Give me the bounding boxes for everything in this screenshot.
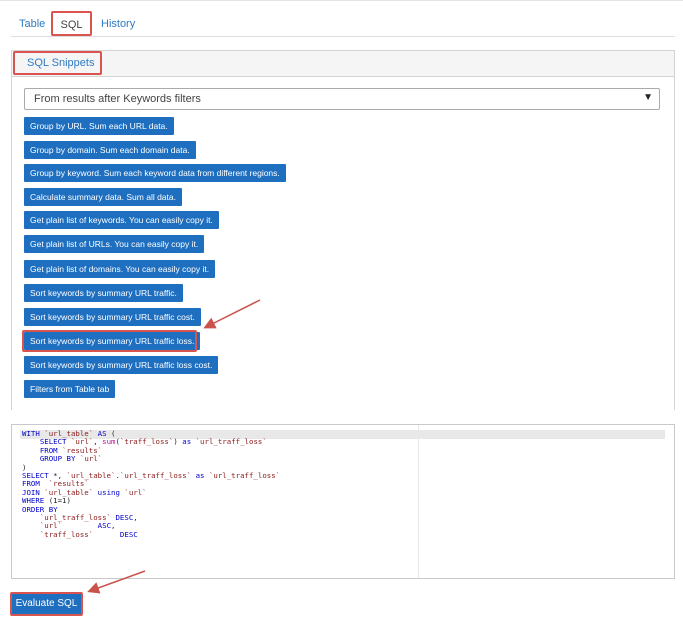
snippet-sort-traffic-loss-cost-button[interactable]: Sort keywords by summary URL traffic los…: [24, 356, 219, 374]
snippet-list-keywords-button[interactable]: Get plain list of keywords. You can easi…: [24, 211, 219, 229]
snippet-sort-traffic-button[interactable]: Sort keywords by summary URL traffic.: [24, 284, 183, 302]
snippet-group-by-keyword-button[interactable]: Group by keyword. Sum each keyword data …: [24, 164, 286, 182]
snippet-source-select[interactable]: From results after Keywords filters ▼: [24, 88, 660, 110]
snippet-group-by-url-button[interactable]: Group by URL. Sum each URL data.: [24, 117, 174, 135]
snippet-list-domains-button[interactable]: Get plain list of domains. You can easil…: [24, 260, 216, 278]
evaluate-sql-button[interactable]: Evaluate SQL: [12, 594, 81, 614]
tab-table[interactable]: Table: [19, 12, 45, 36]
select-value: From results after Keywords filters: [34, 93, 201, 105]
top-divider: [0, 0, 683, 1]
sql-editor[interactable]: WITH `url_table` AS ( SELECT `url`, sum(…: [11, 424, 675, 579]
snippet-sort-traffic-loss-button[interactable]: Sort keywords by summary URL traffic los…: [24, 332, 201, 350]
snippet-list-urls-button[interactable]: Get plain list of URLs. You can easily c…: [24, 235, 205, 253]
tab-bar: Table SQL History: [11, 10, 675, 37]
chevron-down-icon: ▼: [643, 92, 653, 103]
code-line: `traff_loss` DESC: [39, 529, 138, 539]
code-line: GROUP BY `url`: [39, 454, 103, 464]
tab-history[interactable]: History: [101, 12, 135, 36]
snippet-table-filters-button[interactable]: Filters from Table tab: [24, 380, 116, 398]
snippet-sort-traffic-cost-button[interactable]: Sort keywords by summary URL traffic cos…: [24, 308, 201, 326]
print-margin: [418, 425, 419, 578]
snippet-summary-data-button[interactable]: Calculate summary data. Sum all data.: [24, 188, 182, 206]
sql-code[interactable]: WITH `url_table` AS ( SELECT `url`, sum(…: [22, 429, 280, 539]
tab-sql[interactable]: SQL: [52, 12, 91, 36]
panel-title[interactable]: SQL Snippets: [27, 57, 94, 69]
snippet-group-by-domain-button[interactable]: Group by domain. Sum each domain data.: [24, 141, 196, 159]
panel-header: SQL Snippets: [12, 51, 674, 77]
code-line: WHERE (1=1): [22, 496, 71, 506]
